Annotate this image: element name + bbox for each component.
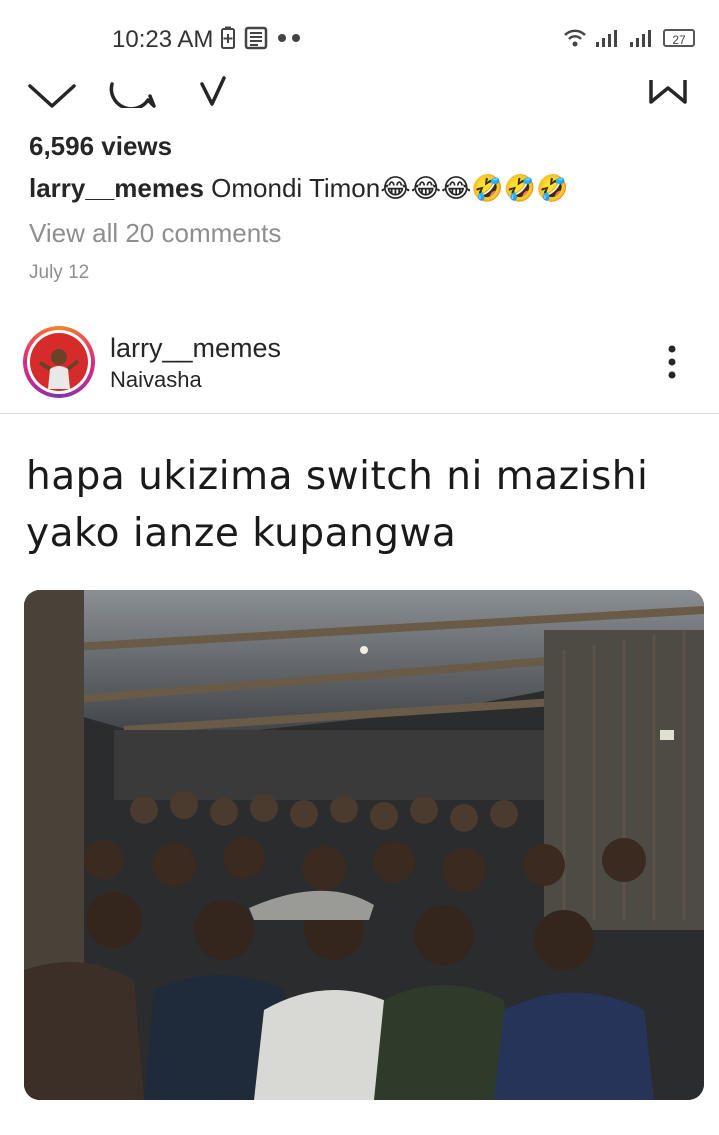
caption: larry__memes Omondi Timon😂😂😂🤣🤣🤣 — [29, 173, 568, 204]
avatar[interactable] — [23, 326, 95, 398]
news-icon — [244, 26, 268, 50]
signal-2-icon — [630, 30, 651, 47]
post-location[interactable]: Naivasha — [110, 367, 202, 393]
like-icon[interactable] — [28, 74, 76, 108]
post-image[interactable] — [24, 590, 704, 1100]
status-time: 10:23 AM — [112, 26, 214, 53]
battery-icon: 27 — [663, 29, 695, 47]
post-username[interactable]: larry__memes — [110, 333, 281, 364]
signal-1-icon — [596, 30, 617, 47]
more-options-icon[interactable] — [660, 344, 684, 380]
battery-saver-icon — [221, 26, 235, 49]
view-count[interactable]: 6,596 views — [29, 131, 172, 162]
caption-username[interactable]: larry__memes — [29, 173, 204, 203]
action-row — [0, 60, 719, 110]
wifi-icon — [564, 29, 586, 47]
divider — [0, 413, 719, 414]
avatar-image — [30, 333, 88, 391]
system-icons: 27 — [563, 28, 695, 48]
more-notifications-icon — [278, 34, 300, 42]
share-icon[interactable] — [198, 74, 228, 108]
view-all-comments-link[interactable]: View all 20 comments — [29, 218, 281, 249]
comment-icon[interactable] — [108, 74, 158, 108]
post-date: July 12 — [29, 262, 90, 283]
notification-icons — [220, 26, 304, 50]
save-icon[interactable] — [648, 74, 688, 104]
caption-text: Omondi Timon😂😂😂🤣🤣🤣 — [211, 173, 569, 203]
meme-text: hapa ukizima switch ni mazishi yako ianz… — [26, 454, 649, 556]
